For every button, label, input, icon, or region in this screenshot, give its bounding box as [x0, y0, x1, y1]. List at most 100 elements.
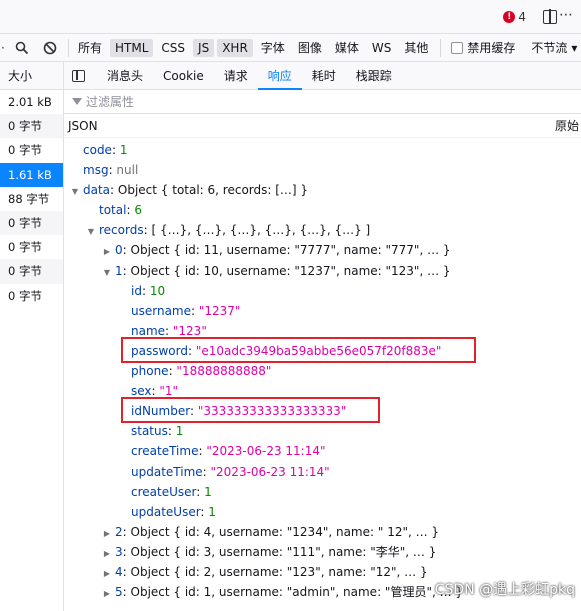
filter-fonts[interactable]: 字体 — [256, 37, 290, 58]
json-key: code — [83, 143, 112, 157]
error-icon: ! — [503, 11, 516, 23]
request-details-panel: 消息头 Cookie 请求 响应 耗时 栈跟踪 过滤属性 JSON 原始 cod… — [64, 62, 581, 611]
json-key: id — [131, 283, 142, 298]
clear-block-icon[interactable] — [36, 41, 64, 55]
json-value: "2023-06-23 11:14" — [210, 464, 330, 479]
collapsed-arrow-icon[interactable]: ▶ — [102, 564, 112, 584]
request-size-cell[interactable]: 0 字节 — [0, 284, 63, 308]
more-options-icon[interactable]: ⋯ — [559, 8, 573, 22]
filter-properties-placeholder: 过滤属性 — [86, 94, 135, 109]
json-value: "1237" — [198, 303, 241, 318]
json-value: "2023-06-23 11:14" — [206, 444, 326, 459]
json-tree: code: 1 msg: null ▼ data: Object { total: 6… — [64, 138, 581, 602]
overflow-icon[interactable]: · — [0, 41, 8, 55]
expanded-arrow-icon[interactable]: ▼ — [102, 263, 112, 283]
request-size-cell[interactable]: 0 字节 — [0, 259, 63, 284]
dock-side-icon[interactable] — [543, 9, 557, 24]
request-size-cell[interactable]: 88 字节 — [0, 187, 63, 211]
json-colon: : — [202, 464, 211, 479]
json-row-code: code: 1 — [64, 140, 581, 160]
json-value: "18888888888" — [176, 364, 272, 379]
divider — [68, 38, 69, 57]
json-row-phone: phone: "18888888888" — [64, 361, 581, 381]
raw-toggle-label[interactable]: 原始 — [555, 114, 579, 137]
disable-cache-checkbox[interactable] — [451, 41, 464, 54]
json-row-1[interactable]: ▼ 1: Object { id: 10, username: "1237", n… — [64, 261, 581, 281]
json-value: "123" — [172, 323, 207, 338]
json-value: [ {…}, {…}, {…}, {…}, {…}, {…} ] — [151, 223, 371, 238]
size-column-header[interactable]: 大小 — [0, 62, 63, 90]
json-row-2[interactable]: ▶ 2: Object { id: 4, username: "1234", na… — [64, 522, 581, 542]
tab-stack-trace[interactable]: 栈跟踪 — [346, 62, 402, 90]
json-value: Object { id: 11, username: "7777", name:… — [130, 243, 451, 258]
tab-timings[interactable]: 耗时 — [302, 62, 346, 90]
error-counter[interactable]: ! 4 — [503, 10, 526, 24]
filter-other[interactable]: 其他 — [399, 37, 433, 58]
filter-properties-input[interactable]: 过滤属性 — [64, 90, 581, 114]
request-list-size-column: 大小 2.01 kB 0 字节 0 字节 1.61 kB 88 字节 0 字节 0 字节 0 … — [0, 62, 64, 611]
expanded-arrow-icon[interactable]: ▼ — [86, 222, 96, 242]
json-row-username: username: "1237" — [64, 301, 581, 321]
tab-request[interactable]: 请求 — [214, 62, 258, 90]
divider — [440, 38, 442, 57]
json-row-id: id: 10 — [64, 281, 581, 301]
json-label: JSON — [68, 119, 98, 133]
json-key: 5 — [115, 585, 123, 600]
json-row-records[interactable]: ▼ records: [ {…}, {…}, {…}, {…}, {…}, {…}… — [64, 220, 581, 240]
json-colon: : — [191, 303, 199, 318]
toggle-sidebar-icon[interactable] — [72, 69, 85, 82]
collapsed-arrow-icon[interactable]: ▶ — [102, 584, 112, 604]
collapsed-arrow-icon[interactable]: ▶ — [102, 544, 112, 564]
filter-images[interactable]: 图像 — [293, 37, 327, 58]
expanded-arrow-icon[interactable]: ▼ — [70, 182, 80, 202]
json-key: createTime — [131, 444, 199, 459]
json-key: createUser — [131, 484, 197, 499]
json-value: Object { id: 1, username: "admin", name:… — [130, 585, 464, 600]
request-size-cell[interactable]: 0 字节 — [0, 210, 63, 236]
search-icon[interactable] — [8, 41, 36, 55]
filter-all[interactable]: 所有 — [73, 37, 107, 58]
json-colon: : — [141, 283, 150, 298]
json-key: 1 — [115, 263, 123, 278]
json-key: 3 — [115, 544, 123, 559]
filter-ws[interactable]: WS — [367, 39, 396, 57]
json-row-updateUser: updateUser: 1 — [64, 502, 581, 522]
devtools-toolbar: ! 4 ⋯ — [0, 0, 581, 34]
request-size-cell[interactable]: 1.61 kB — [0, 162, 63, 187]
json-row-createTime: createTime: "2023-06-23 11:14" — [64, 441, 581, 461]
json-key: status — [131, 424, 168, 439]
request-size-cell[interactable]: 0 字节 — [0, 235, 63, 259]
json-value: Object { id: 2, username: "123", name: "… — [130, 564, 428, 579]
json-value: 6 — [134, 203, 142, 218]
request-size-cell[interactable]: 0 字节 — [0, 114, 63, 139]
json-row-0[interactable]: ▶ 0: Object { id: 11, username: "7777", n… — [64, 240, 581, 260]
tab-headers[interactable]: 消息头 — [97, 62, 153, 90]
json-colon: : — [122, 544, 131, 559]
request-size-cell[interactable]: 0 字节 — [0, 138, 63, 162]
request-size-cell[interactable]: 2.01 kB — [0, 90, 63, 114]
json-value: null — [116, 163, 139, 178]
throttle-select[interactable]: 不节流 ▾ — [531, 39, 577, 56]
filter-js[interactable]: JS — [193, 38, 215, 57]
json-section-header[interactable]: JSON 原始 — [64, 114, 581, 138]
filter-css[interactable]: CSS — [156, 39, 190, 57]
chevron-down-icon: ▾ — [571, 40, 578, 55]
filter-media[interactable]: 媒体 — [330, 37, 364, 58]
collapsed-arrow-icon[interactable]: ▶ — [102, 524, 112, 544]
tab-response[interactable]: 响应 — [257, 62, 302, 90]
disable-cache-toggle[interactable]: 禁用缓存 — [451, 39, 515, 56]
json-value: 10 — [149, 283, 166, 298]
network-filter-bar: · 所有 HTML CSS JS XHR 字体 图像 媒体 WS 其他 禁用缓存… — [0, 34, 581, 62]
filter-html[interactable]: HTML — [110, 38, 154, 57]
json-key: data — [83, 183, 111, 198]
json-key: msg — [83, 163, 109, 178]
json-row-data[interactable]: ▼ data: Object { total: 6, records: […] } — [64, 180, 581, 200]
tab-cookies[interactable]: Cookie — [153, 62, 214, 90]
json-row-3[interactable]: ▶ 3: Object { id: 3, username: "111", nam… — [64, 542, 581, 562]
filter-xhr[interactable]: XHR — [217, 38, 253, 57]
json-colon: : — [167, 424, 176, 439]
json-key: username — [131, 303, 191, 318]
collapsed-arrow-icon[interactable]: ▶ — [102, 242, 112, 262]
json-colon: : — [110, 183, 118, 198]
json-colon: : — [122, 263, 131, 278]
